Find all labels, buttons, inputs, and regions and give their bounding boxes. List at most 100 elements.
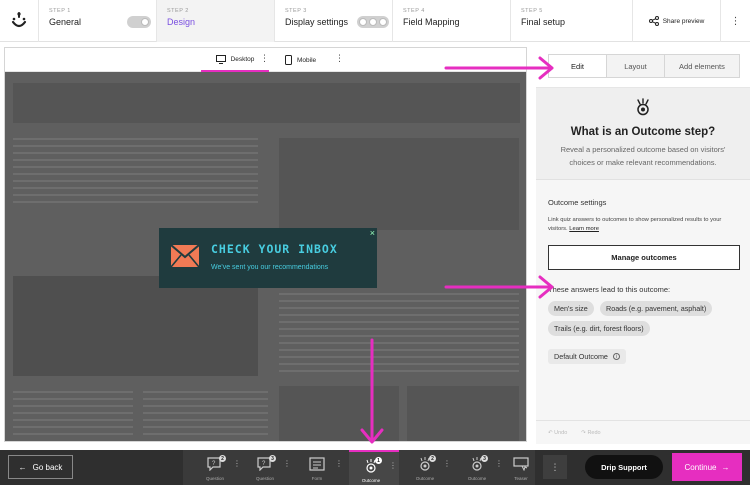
undo-redo-controls: ↶ Undo ↷ Redo <box>548 430 601 436</box>
node-form[interactable]: Form ⋮ <box>295 450 345 485</box>
step-number: STEP 1 <box>49 8 71 14</box>
general-toggle[interactable] <box>127 16 151 28</box>
step-number: STEP 3 <box>285 8 307 14</box>
placeholder-image <box>279 138 519 230</box>
placeholder-image <box>407 386 519 441</box>
placeholder-image <box>279 386 399 441</box>
step-general[interactable]: STEP 1 General <box>38 0 156 42</box>
step-title: Design <box>167 17 196 27</box>
node-label: Question <box>255 476 274 481</box>
node-label: Outcome <box>361 478 381 483</box>
divider <box>536 420 750 421</box>
drip-logo-icon[interactable] <box>0 0 38 42</box>
mobile-label: Mobile <box>297 56 317 64</box>
arrow-left-icon: ← <box>18 462 27 472</box>
close-icon[interactable]: × <box>370 228 375 238</box>
placeholder-text-lines <box>13 391 133 440</box>
display-settings-toggle[interactable] <box>357 16 389 28</box>
node-options-icon[interactable]: ⋮ <box>233 459 241 468</box>
answer-chip[interactable]: Men's size <box>548 301 594 316</box>
continue-label: Continue <box>684 462 717 472</box>
node-outcome-3[interactable]: 3 Outcome ⋮ <box>455 450 505 485</box>
node-label: Question <box>205 476 224 481</box>
step-final-setup[interactable]: STEP 5 Final setup <box>510 0 632 42</box>
redo-button[interactable]: ↷ Redo <box>581 430 600 436</box>
go-back-button[interactable]: ← Go back <box>8 455 73 479</box>
outcome-settings-description: Link quiz answers to outcomes to show pe… <box>548 216 742 234</box>
device-tab-mobile[interactable]: Mobile <box>285 48 335 72</box>
continue-button[interactable]: Continue → <box>672 453 742 481</box>
placeholder-text-lines <box>13 138 258 208</box>
preview-canvas: Desktop ⋮ Mobile ⋮ CHECK YOUR INBOX We'v… <box>4 47 527 442</box>
undo-label: Undo <box>554 430 568 436</box>
default-outcome-badge[interactable]: Default Outcome i <box>548 349 626 364</box>
desktop-icon <box>215 54 226 64</box>
svg-text:?: ? <box>262 461 266 467</box>
node-badge: 2 <box>219 455 226 462</box>
tab-edit[interactable]: Edit <box>549 55 606 77</box>
node-label: Outcome <box>415 476 435 481</box>
node-label: Form <box>311 476 323 481</box>
node-label: Outcome <box>467 476 487 481</box>
panel-tabs: Edit Layout Add elements <box>548 54 740 78</box>
node-badge: 1 <box>375 457 382 464</box>
step-display-settings[interactable]: STEP 3 Display settings <box>274 0 392 42</box>
node-label: Teaser <box>514 476 528 481</box>
share-preview-label: Share preview <box>662 17 705 25</box>
answer-chip[interactable]: Roads (e.g. pavement, asphalt) <box>600 301 713 316</box>
placeholder-text-lines <box>279 293 519 377</box>
step-number: STEP 4 <box>403 8 425 14</box>
manage-outcomes-button[interactable]: Manage outcomes <box>548 245 740 270</box>
step-title: Final setup <box>521 17 566 27</box>
more-options-icon[interactable]: ⋮ <box>543 455 567 479</box>
envelope-icon <box>171 245 199 267</box>
step-title: Field Mapping <box>403 17 460 27</box>
default-outcome-label: Default Outcome <box>554 352 608 361</box>
placeholder-block <box>13 276 258 376</box>
node-question-2[interactable]: ? 2 Question ⋮ <box>193 450 243 485</box>
share-preview-button[interactable]: Share preview <box>632 0 720 42</box>
outcome-intro: What is an Outcome step? Reveal a person… <box>536 88 750 180</box>
more-options-icon[interactable]: ⋮ <box>720 0 750 42</box>
popup-title: CHECK YOUR INBOX <box>211 242 338 256</box>
steps-bar: STEP 1 General STEP 2 Design STEP 3 Disp… <box>0 0 750 42</box>
outcome-icon <box>637 98 649 116</box>
answer-chip[interactable]: Trails (e.g. dirt, forest floors) <box>548 321 650 336</box>
desktop-options-icon[interactable]: ⋮ <box>260 53 269 64</box>
tab-add-elements[interactable]: Add elements <box>663 55 739 77</box>
learn-more-link[interactable]: Learn more <box>569 226 599 232</box>
node-outcome-2[interactable]: 2 Outcome ⋮ <box>403 450 453 485</box>
intro-description: Reveal a personalized outcome based on v… <box>560 145 726 167</box>
desktop-label: Desktop <box>230 55 255 63</box>
redo-label: Redo <box>587 430 601 436</box>
popup-subtitle: We've sent you our recommendations <box>211 264 329 271</box>
tab-layout[interactable]: Layout <box>605 55 664 77</box>
device-tab-desktop[interactable]: Desktop <box>201 48 269 72</box>
node-options-icon[interactable]: ⋮ <box>283 459 291 468</box>
node-badge: 2 <box>429 455 436 462</box>
svg-text:?: ? <box>212 461 216 467</box>
check-inbox-popup[interactable]: CHECK YOUR INBOX We've sent you our reco… <box>159 228 377 288</box>
node-badge: 3 <box>481 455 488 462</box>
placeholder-banner <box>13 83 520 123</box>
outcome-settings-title: Outcome settings <box>548 198 607 207</box>
device-switcher: Desktop ⋮ Mobile ⋮ <box>5 48 526 72</box>
node-question-3[interactable]: ? 3 Question ⋮ <box>243 450 293 485</box>
step-number: STEP 2 <box>167 8 189 14</box>
drip-support-button[interactable]: Drip Support <box>585 455 663 479</box>
arrow-right-icon: → <box>721 462 730 472</box>
node-options-icon[interactable]: ⋮ <box>443 459 451 468</box>
info-icon[interactable]: i <box>612 353 620 360</box>
step-field-mapping[interactable]: STEP 4 Field Mapping <box>392 0 510 42</box>
mobile-options-icon[interactable]: ⋮ <box>335 53 344 64</box>
bottom-navigation: ← Go back ? 2 Question ⋮ ? 3 Question ⋮ … <box>0 450 750 485</box>
node-options-icon[interactable]: ⋮ <box>389 461 397 470</box>
step-design[interactable]: STEP 2 Design <box>156 0 274 42</box>
go-back-label: Go back <box>32 462 63 472</box>
node-options-icon[interactable]: ⋮ <box>335 459 343 468</box>
node-badge: 3 <box>269 455 276 462</box>
undo-button[interactable]: ↶ Undo <box>548 430 567 436</box>
node-teaser[interactable]: Teaser <box>499 450 549 485</box>
node-outcome-1[interactable]: 1 Outcome ⋮ <box>349 450 399 485</box>
teaser-icon <box>513 457 529 471</box>
